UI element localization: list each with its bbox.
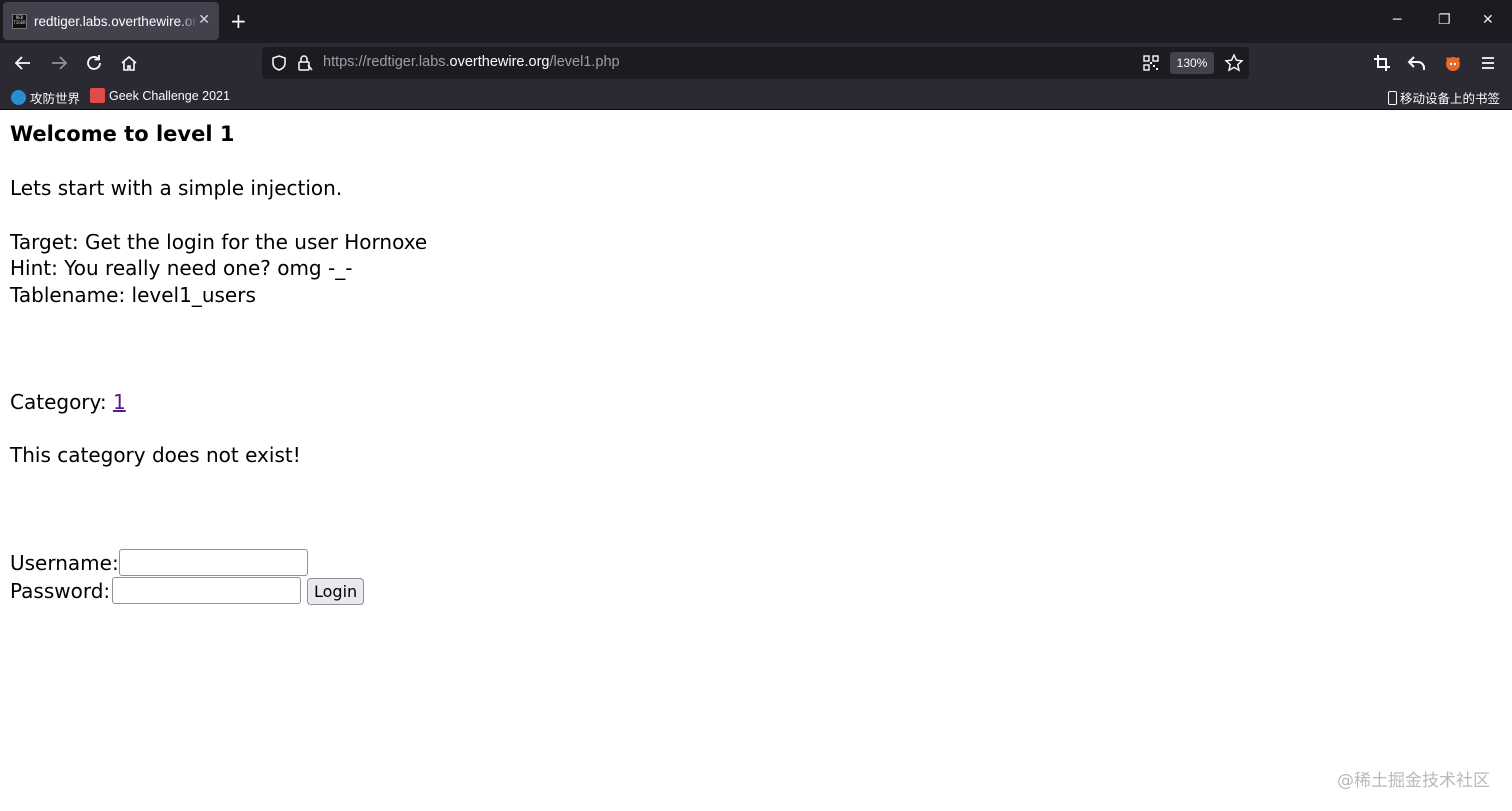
password-label: Password: bbox=[10, 579, 111, 603]
tab-strip: RED TIGER redtiger.labs.overthewire.org/… bbox=[0, 0, 1512, 43]
bookmark-label: 攻防世界 bbox=[30, 92, 81, 106]
category-line: Category: 1 bbox=[10, 389, 126, 416]
zoom-level-badge[interactable]: 130% bbox=[1170, 52, 1214, 74]
intro-text: Lets start with a simple injection. bbox=[10, 176, 343, 200]
url-host: overthewire.org bbox=[449, 54, 550, 70]
back-button[interactable] bbox=[12, 52, 34, 74]
url-text[interactable]: https://redtiger.labs.overthewire.org/le… bbox=[323, 54, 620, 70]
bookmark-item[interactable]: Geek Challenge 2021 bbox=[90, 88, 230, 103]
tab-close-icon[interactable]: ✕ bbox=[198, 13, 210, 27]
category-link[interactable]: 1 bbox=[113, 390, 126, 414]
url-prefix: https://redtiger.labs. bbox=[323, 54, 450, 70]
page-heading: Welcome to level 1 bbox=[10, 122, 235, 146]
reload-button[interactable] bbox=[83, 52, 105, 74]
watermark-text: @稀土掘金技术社区 bbox=[1337, 771, 1490, 791]
url-path: /level1.php bbox=[549, 54, 620, 70]
bookmark-item[interactable]: 攻防世界 bbox=[11, 88, 80, 107]
window-close-icon[interactable]: ✕ bbox=[1482, 12, 1494, 28]
globe-icon bbox=[11, 90, 26, 105]
shield-icon[interactable] bbox=[270, 54, 288, 76]
category-label: Category: bbox=[10, 390, 113, 414]
extension-fox-icon[interactable] bbox=[1442, 52, 1464, 74]
crop-screenshot-icon[interactable] bbox=[1371, 52, 1393, 74]
qr-code-icon[interactable] bbox=[1142, 54, 1160, 76]
error-message: This category does not exist! bbox=[10, 443, 301, 467]
tab-active[interactable]: RED TIGER redtiger.labs.overthewire.org/… bbox=[3, 2, 219, 40]
username-label: Username: bbox=[10, 551, 119, 575]
bookmark-star-icon[interactable] bbox=[1224, 53, 1244, 77]
restore-icon[interactable]: ❐ bbox=[1438, 12, 1451, 28]
password-input[interactable] bbox=[112, 577, 301, 604]
bookmarks-toolbar: 攻防世界 Geek Challenge 2021 移动设备上的书签 bbox=[0, 83, 1512, 110]
tablename-text: Tablename: level1_users bbox=[10, 283, 256, 307]
site-favicon-icon: RED TIGER bbox=[12, 13, 27, 29]
forward-button[interactable] bbox=[48, 52, 70, 74]
bookmark-label: Geek Challenge 2021 bbox=[109, 88, 230, 103]
undo-arrow-icon[interactable] bbox=[1406, 52, 1428, 74]
home-button[interactable] bbox=[118, 52, 140, 74]
login-button[interactable]: Login bbox=[307, 578, 365, 605]
username-input[interactable] bbox=[119, 549, 308, 576]
hint-text: Hint: You really need one? omg -_- bbox=[10, 256, 353, 280]
tab-title: redtiger.labs.overthewire.org/ bbox=[34, 13, 198, 29]
minimize-icon[interactable]: ─ bbox=[1393, 12, 1401, 28]
lock-icon[interactable] bbox=[296, 54, 314, 76]
new-tab-button[interactable]: + bbox=[230, 10, 247, 32]
mobile-device-icon bbox=[1387, 90, 1397, 105]
menu-hamburger-icon[interactable] bbox=[1477, 52, 1499, 74]
address-bar[interactable]: https://redtiger.labs.overthewire.org/le… bbox=[262, 47, 1249, 79]
target-text: Target: Get the login for the user Horno… bbox=[10, 230, 428, 254]
geek-icon bbox=[90, 88, 105, 103]
mobile-bookmarks[interactable]: 移动设备上的书签 bbox=[1387, 88, 1500, 107]
navigation-toolbar: https://redtiger.labs.overthewire.org/le… bbox=[0, 43, 1512, 83]
mobile-bookmarks-label: 移动设备上的书签 bbox=[1399, 92, 1500, 106]
